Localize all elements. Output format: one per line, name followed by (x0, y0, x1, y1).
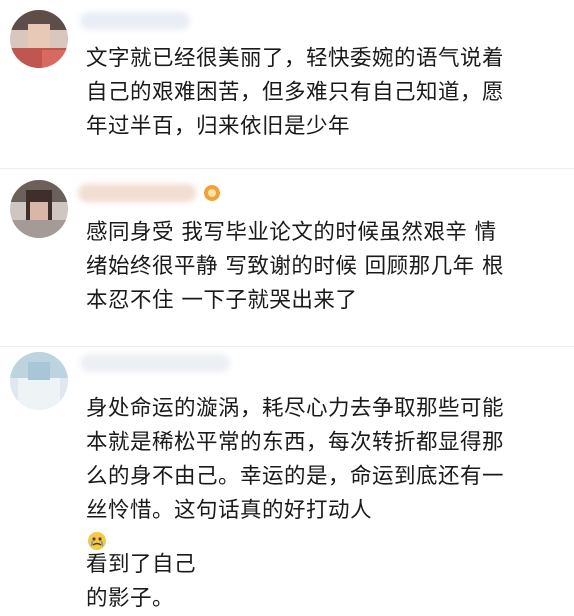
comment-line: 绪始终很平静 写致谢的时候 回顾那几年 根 (86, 254, 505, 279)
comment-line: 本就是稀松平常的东西，每次转折都显得那 (86, 430, 505, 455)
crying-face-emoji-icon (87, 528, 107, 550)
comment-text: 文字就已经很美丽了，轻快委婉的语气说着 自己的艰难困苦，但多难只有自己知道，愿 … (86, 42, 562, 144)
comment-line: 身处命运的漩涡，耗尽心力去争取那些可能 (86, 396, 505, 421)
avatar[interactable] (10, 10, 68, 68)
comment-1: 文字就已经很美丽了，轻快委婉的语气说着 自己的艰难困苦，但多难只有自己知道，愿 … (0, 0, 574, 168)
comment-line: 文字就已经很美丽了，轻快委婉的语气说着 (86, 46, 505, 71)
username[interactable] (78, 184, 196, 202)
comment-line: 本忍不住 一下子就哭出来了 (86, 288, 358, 313)
divider (0, 168, 574, 169)
comment-line-part: 丝怜惜。这句话真的好打动人 (86, 498, 373, 523)
comment-3: 身处命运的漩涡，耗尽心力去争取那些可能 本就是稀松平常的东西，每次转折都显得那 … (0, 348, 574, 611)
comment-line: 年过半百，归来依旧是少年 (86, 114, 351, 139)
comment-line: 丝怜惜。这句话真的好打动人 看到了自己 (86, 494, 562, 582)
divider (0, 346, 574, 347)
comment-line: 自己的艰难困苦，但多难只有自己知道，愿 (86, 80, 505, 105)
comment-text: 身处命运的漩涡，耗尽心力去争取那些可能 本就是稀松平常的东西，每次转折都显得那 … (86, 392, 562, 616)
comment-line: 么的身不由己。幸运的是，命运到底还有一 (86, 464, 505, 489)
comment-line-part: 看到了自己 (86, 552, 197, 577)
username[interactable] (80, 354, 230, 372)
comment-line: 感同身受 我写毕业论文的时候虽然艰辛 情 (86, 220, 497, 245)
level-badge-icon (203, 184, 221, 202)
comment-line: 的影子。 (86, 586, 175, 611)
comment-text: 感同身受 我写毕业论文的时候虽然艰辛 情 绪始终很平静 写致谢的时候 回顾那几年… (86, 216, 562, 318)
avatar[interactable] (10, 180, 68, 238)
username[interactable] (80, 12, 190, 30)
comment-2: 感同身受 我写毕业论文的时候虽然艰辛 情 绪始终很平静 写致谢的时候 回顾那几年… (0, 170, 574, 346)
avatar[interactable] (10, 352, 68, 410)
